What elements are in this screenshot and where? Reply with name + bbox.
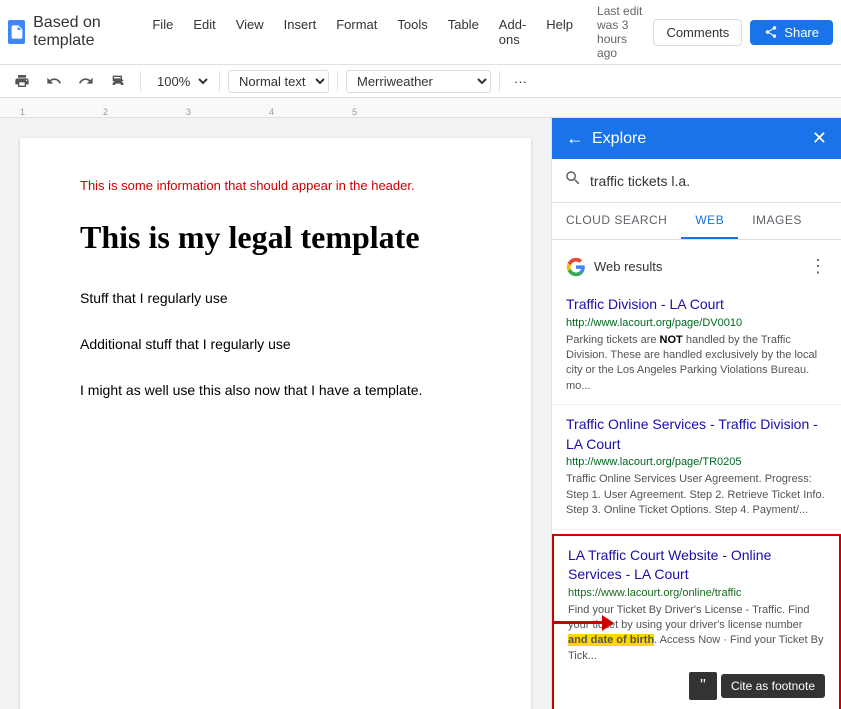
result-title-3[interactable]: LA Traffic Court Website - Online Servic… bbox=[568, 546, 825, 585]
separator-1 bbox=[140, 71, 141, 91]
explore-close-button[interactable]: ✕ bbox=[812, 128, 827, 149]
menu-format[interactable]: Format bbox=[328, 15, 385, 49]
separator-3 bbox=[337, 71, 338, 91]
print-icon bbox=[14, 73, 30, 89]
explore-results[interactable]: Web results ⋮ Traffic Division - LA Cour… bbox=[552, 240, 841, 709]
result-url-1: http://www.lacourt.org/page/DV0010 bbox=[566, 317, 827, 329]
more-icon: ··· bbox=[514, 74, 527, 89]
explore-search-input[interactable] bbox=[590, 173, 829, 189]
doc-para-2: Additional stuff that I regularly use bbox=[80, 333, 471, 355]
top-right: Last edit was 3 hours ago Comments Share bbox=[597, 4, 833, 60]
header-text: This is some information that should app… bbox=[80, 178, 471, 193]
result-title-1[interactable]: Traffic Division - LA Court bbox=[566, 295, 827, 315]
menu-insert[interactable]: Insert bbox=[276, 15, 325, 49]
tab-images[interactable]: IMAGES bbox=[738, 203, 816, 239]
doc-title: Based on template bbox=[33, 14, 128, 50]
menu-table[interactable]: Table bbox=[440, 15, 487, 49]
menu-addons[interactable]: Add-ons bbox=[491, 15, 534, 49]
doc-para-3: I might as well use this also now that I… bbox=[80, 379, 471, 401]
result-item-2[interactable]: Traffic Online Services - Traffic Divisi… bbox=[552, 405, 841, 529]
last-edit-text: Last edit was 3 hours ago bbox=[597, 4, 645, 60]
ruler-mark: 4 bbox=[269, 107, 274, 117]
undo-icon bbox=[46, 73, 62, 89]
result-desc-3: Find your Ticket By Driver's License - T… bbox=[568, 603, 825, 665]
explore-header-left: ← Explore bbox=[566, 128, 646, 149]
doc-icon bbox=[8, 20, 25, 44]
cite-quote-button[interactable]: " bbox=[689, 672, 717, 700]
print-button[interactable] bbox=[8, 69, 36, 93]
result-url-3: https://www.lacourt.org/online/traffic bbox=[568, 587, 825, 599]
search-icon bbox=[564, 169, 582, 192]
cite-area: " Cite as footnote bbox=[568, 672, 825, 700]
font-select[interactable]: Merriweather Arial Times New Roman bbox=[346, 70, 491, 93]
explore-back-icon[interactable]: ← bbox=[566, 128, 584, 149]
doc-area[interactable]: This is some information that should app… bbox=[0, 118, 551, 709]
ruler-mark: 2 bbox=[103, 107, 108, 117]
result-item-1[interactable]: Traffic Division - LA Court http://www.l… bbox=[552, 285, 841, 405]
zoom-select[interactable]: 100% 75% 125% bbox=[149, 71, 211, 92]
menu-edit[interactable]: Edit bbox=[185, 15, 223, 49]
share-button[interactable]: Share bbox=[750, 20, 833, 45]
result-desc-2: Traffic Online Services User Agreement. … bbox=[566, 472, 827, 518]
menu-items: File Edit View Insert Format Tools Table… bbox=[144, 15, 581, 49]
toolbar: 100% 75% 125% Normal text Heading 1 Head… bbox=[0, 65, 841, 98]
paint-format-button[interactable] bbox=[104, 69, 132, 93]
result-item-3-wrapper: LA Traffic Court Website - Online Servic… bbox=[552, 534, 841, 709]
undo-button[interactable] bbox=[40, 69, 68, 93]
share-icon bbox=[764, 25, 778, 39]
menu-help[interactable]: Help bbox=[538, 15, 581, 49]
explore-search bbox=[552, 159, 841, 203]
doc-page: This is some information that should app… bbox=[20, 138, 531, 709]
tab-web[interactable]: WEB bbox=[681, 203, 738, 239]
ruler-mark: 5 bbox=[352, 107, 357, 117]
more-options-icon[interactable]: ⋮ bbox=[809, 256, 827, 277]
results-header: Web results ⋮ bbox=[552, 248, 841, 285]
explore-header: ← Explore ✕ bbox=[552, 118, 841, 159]
explore-tabs: CLOUD SEARCH WEB IMAGES bbox=[552, 203, 841, 240]
ruler-mark: 1 bbox=[20, 107, 25, 117]
menu-tools[interactable]: Tools bbox=[389, 15, 435, 49]
result-desc-1: Parking tickets are NOT handled by the T… bbox=[566, 333, 827, 395]
cite-as-footnote-button[interactable]: Cite as footnote bbox=[721, 674, 825, 698]
share-label: Share bbox=[784, 25, 819, 40]
google-logo bbox=[566, 257, 586, 277]
menu-file[interactable]: File bbox=[144, 15, 181, 49]
separator-4 bbox=[499, 71, 500, 91]
style-select[interactable]: Normal text Heading 1 Heading 2 bbox=[228, 70, 329, 93]
redo-button[interactable] bbox=[72, 69, 100, 93]
explore-title: Explore bbox=[592, 130, 646, 148]
paint-format-icon bbox=[110, 73, 126, 89]
result-title-2[interactable]: Traffic Online Services - Traffic Divisi… bbox=[566, 415, 827, 454]
more-button[interactable]: ··· bbox=[508, 70, 533, 93]
main-area: This is some information that should app… bbox=[0, 118, 841, 709]
results-label: Web results bbox=[594, 259, 809, 274]
redo-icon bbox=[78, 73, 94, 89]
result-url-2: http://www.lacourt.org/page/TR0205 bbox=[566, 456, 827, 468]
tab-cloud-search[interactable]: CLOUD SEARCH bbox=[552, 203, 681, 239]
ruler-mark: 3 bbox=[186, 107, 191, 117]
ruler: 1 2 3 4 5 bbox=[0, 98, 841, 118]
doc-body: Stuff that I regularly use Additional st… bbox=[80, 287, 471, 402]
explore-panel: ← Explore ✕ CLOUD SEARCH WEB IMAGES bbox=[551, 118, 841, 709]
doc-title-area: Based on template bbox=[8, 14, 128, 50]
comments-button[interactable]: Comments bbox=[653, 19, 742, 46]
separator-2 bbox=[219, 71, 220, 91]
menu-bar: Based on template File Edit View Insert … bbox=[0, 0, 841, 65]
red-arrow bbox=[552, 615, 614, 631]
doc-title-text: This is my legal template bbox=[80, 217, 471, 259]
menu-view[interactable]: View bbox=[228, 15, 272, 49]
doc-para-1: Stuff that I regularly use bbox=[80, 287, 471, 309]
